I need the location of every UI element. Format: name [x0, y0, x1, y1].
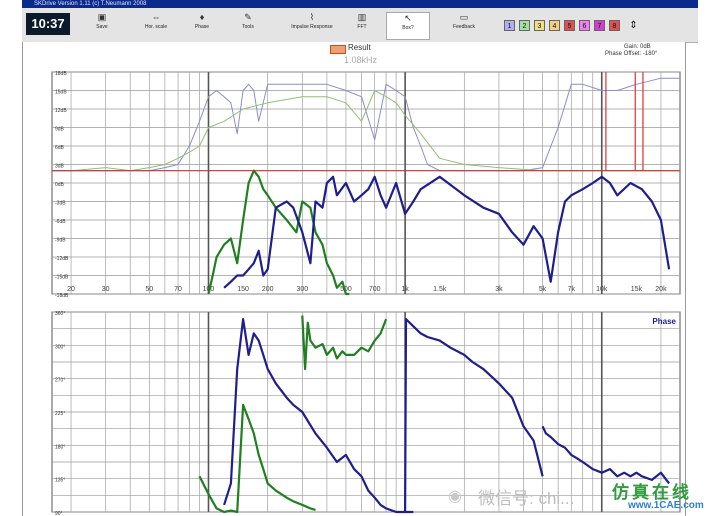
magnitude-x-tick-label: 7k [568, 286, 576, 293]
magnitude-x-tick-label: 700 [369, 286, 381, 293]
phase-y-tick-label: 225° [55, 411, 65, 417]
phase-y-tick-label: 300° [55, 344, 65, 350]
magnitude-x-tick-label: 30 [102, 286, 110, 293]
magnitude-x-tick-label: 1.5k [433, 286, 447, 293]
magnitude-y-tick-label: 9dB [55, 127, 65, 133]
magnitude-x-tick-label: 1k [401, 286, 409, 293]
magnitude-y-tick-label: 3dB [55, 164, 65, 170]
magnitude-x-tick-label: 50 [145, 286, 153, 293]
magnitude-y-tick-label: 0dB [55, 182, 65, 188]
watermark-wechat-id: 微信号: chi... [478, 489, 575, 508]
magnitude-y-tick-label: -15dB [55, 275, 69, 281]
phase-y-tick-label: 90° [55, 511, 63, 516]
magnitude-x-tick-label: 200 [262, 286, 274, 293]
watermark-url: www.1CAE.com [628, 500, 704, 511]
magnitude-y-tick-label: 12dB [55, 108, 67, 114]
magnitude-x-tick-label: 150 [237, 286, 249, 293]
magnitude-y-tick-label: -12dB [55, 256, 69, 262]
magnitude-x-tick-label: 20 [67, 286, 75, 293]
magnitude-y-tick-label: -3dB [55, 201, 66, 207]
phase-y-tick-label: 135° [55, 478, 65, 484]
phase-chart[interactable]: 360° 300° 270° 225° 180° 135° 90° Phase [51, 311, 681, 516]
magnitude-y-tick-label: 15dB [55, 90, 67, 96]
magnitude-y-tick-label: -9dB [55, 238, 66, 244]
phase-y-tick-label: 180° [55, 444, 65, 450]
magnitude-x-tick-label: 15k [631, 286, 643, 293]
magnitude-x-tick-label: 70 [174, 286, 182, 293]
magnitude-x-tick-label: 5k [539, 286, 547, 293]
phase-y-tick-label: 270° [55, 378, 65, 384]
magnitude-x-tick-label: 300 [296, 286, 308, 293]
magnitude-chart[interactable]: 18dB 15dB 12dB 9dB 6dB 3dB 0dB -3dB -6dB -9dB -12d… [51, 71, 681, 299]
magnitude-x-tick-label: 10k [596, 286, 608, 293]
magnitude-x-tick-label: 20k [655, 286, 667, 293]
magnitude-y-tick-label: 6dB [55, 145, 65, 151]
wechat-icon: ◉ [448, 488, 462, 505]
phase-y-tick-label: 360° [55, 311, 65, 317]
magnitude-y-tick-label: -6dB [55, 219, 66, 225]
magnitude-y-tick-label: 18dB [55, 71, 67, 77]
phase-chart-label: Phase [652, 317, 676, 326]
magnitude-y-tick-label: -18dB [55, 293, 69, 299]
plots-svg: 18dB 15dB 12dB 9dB 6dB 3dB 0dB -3dB -6dB -9dB -12d… [51, 71, 681, 516]
sk-drive-app-window: SKDrive Version 1.11 (c) T.Neumann 2008 … [0, 0, 720, 516]
magnitude-x-tick-label: 3k [495, 286, 503, 293]
